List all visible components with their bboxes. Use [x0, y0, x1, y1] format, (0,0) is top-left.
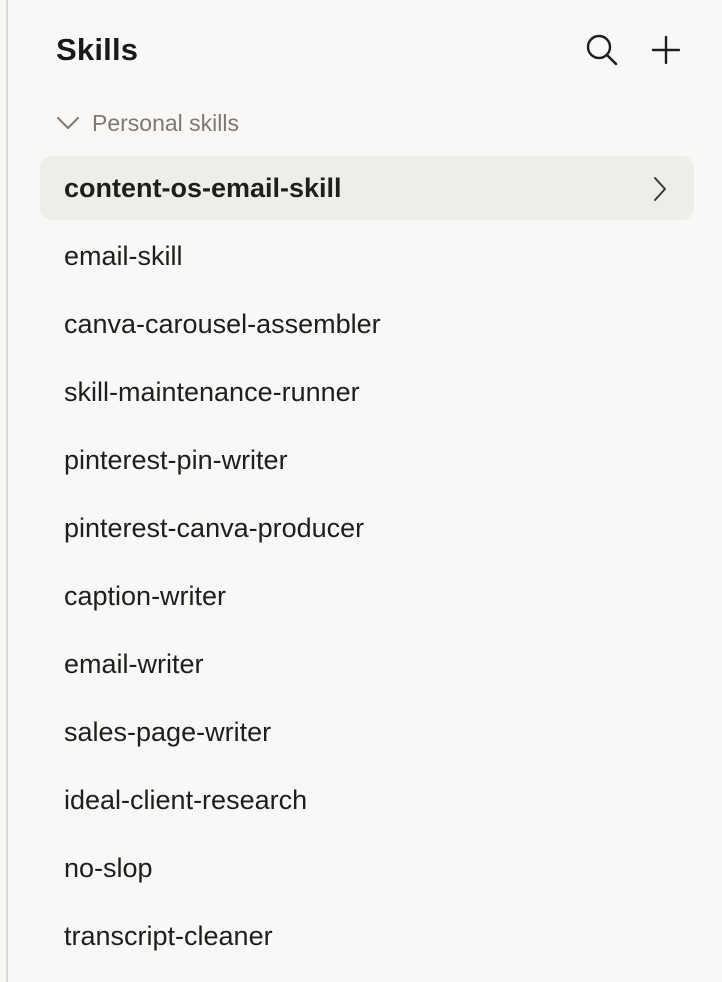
skill-item[interactable]: transcript-cleaner	[40, 904, 694, 968]
plus-icon	[651, 35, 681, 65]
skill-item-label: sales-page-writer	[64, 716, 272, 747]
skill-item-label: skill-maintenance-runner	[64, 376, 360, 407]
skills-header: Skills	[56, 28, 696, 74]
skill-item[interactable]: sales-page-writer	[40, 700, 694, 764]
skill-item-label: content-os-email-skill	[64, 172, 342, 203]
skill-item[interactable]: no-slop	[40, 836, 694, 900]
skill-item-label: pinterest-canva-producer	[64, 512, 365, 543]
chevron-right-icon	[654, 177, 666, 201]
add-skill-button[interactable]	[644, 28, 688, 72]
skill-item[interactable]: email-skill	[40, 224, 694, 288]
skill-item[interactable]: ideal-client-research	[40, 768, 694, 832]
skills-list: content-os-email-skill email-skill canva…	[40, 156, 694, 972]
search-icon	[586, 34, 618, 66]
page-title: Skills	[56, 32, 139, 67]
skill-item-label: caption-writer	[64, 580, 227, 611]
skill-item[interactable]: email-writer	[40, 632, 694, 696]
skill-item[interactable]: pinterest-canva-producer	[40, 496, 694, 560]
skill-item-label: transcript-cleaner	[64, 920, 273, 951]
skill-item-label: canva-carousel-assembler	[64, 308, 381, 339]
skill-item[interactable]: pinterest-pin-writer	[40, 428, 694, 492]
section-label: Personal skills	[92, 109, 239, 136]
skill-item-label: email-writer	[64, 648, 204, 679]
skill-item-label: email-skill	[64, 240, 183, 271]
skill-item[interactable]: content-os-email-skill	[40, 156, 694, 220]
skill-item[interactable]: skill-maintenance-runner	[40, 360, 694, 424]
search-button[interactable]	[580, 28, 624, 72]
skill-item[interactable]: canva-carousel-assembler	[40, 292, 694, 356]
skill-item-label: pinterest-pin-writer	[64, 444, 288, 475]
personal-skills-section-toggle[interactable]: Personal skills	[56, 106, 239, 140]
skills-panel: Skills Personal skills content-os-email-…	[0, 0, 722, 982]
skill-item-label: ideal-client-research	[64, 784, 308, 815]
panel-divider	[6, 0, 8, 982]
skill-item[interactable]: caption-writer	[40, 564, 694, 628]
skill-item-label: no-slop	[64, 852, 153, 883]
chevron-down-icon	[57, 117, 79, 129]
